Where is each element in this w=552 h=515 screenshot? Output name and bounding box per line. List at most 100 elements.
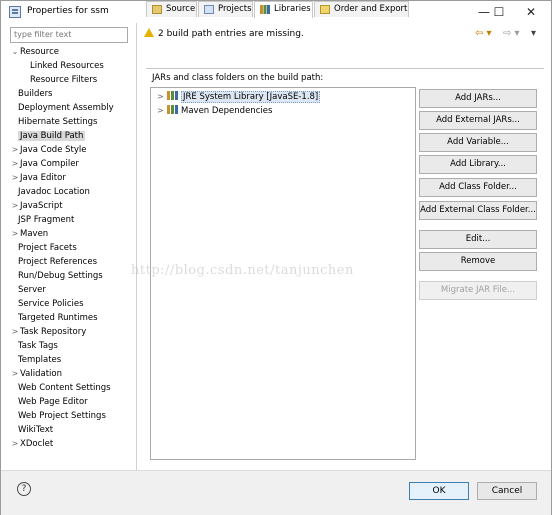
tree-item-web-content-settings[interactable]: Web Content Settings <box>18 381 111 395</box>
tree-item-label: Service Policies <box>18 299 84 309</box>
tab-order-and-export[interactable]: Order and Export <box>314 1 409 17</box>
edit-button[interactable]: Edit... <box>419 230 537 249</box>
tree-item-task-repository[interactable]: > Task Repository <box>10 325 87 339</box>
expand-icon[interactable]: > <box>10 171 20 185</box>
tree-item-resource[interactable]: ⌄ Resource <box>10 45 59 59</box>
tree-item-label: Server <box>18 285 46 295</box>
window-title: Properties for ssm <box>27 6 109 16</box>
tree-item-targeted-runtimes[interactable]: Targeted Runtimes <box>18 311 98 325</box>
tree-item-hibernate-settings[interactable]: Hibernate Settings <box>18 115 97 129</box>
tree-item-label: Web Page Editor <box>18 397 88 407</box>
tree-item-label: WikiText <box>18 425 54 435</box>
status-message-text: 2 build path entries are missing. <box>158 29 304 39</box>
tree-item-deployment-assembly[interactable]: Deployment Assembly <box>18 101 114 115</box>
tab-label: Libraries <box>274 4 311 14</box>
collapse-icon[interactable]: ⌄ <box>10 45 20 59</box>
tree-item-label: Hibernate Settings <box>18 117 98 127</box>
tree-item-linked-resources[interactable]: Linked Resources <box>30 59 104 73</box>
tree-item-builders[interactable]: Builders <box>18 87 53 101</box>
cancel-button[interactable]: Cancel <box>477 482 537 500</box>
tree-item-xdoclet[interactable]: > XDoclet <box>10 437 54 451</box>
tree-item-wikitext[interactable]: WikiText <box>18 423 53 437</box>
add-jars-button[interactable]: Add JARs... <box>419 89 537 108</box>
tree-item-task-tags[interactable]: Task Tags <box>18 339 58 353</box>
tree-item-label: Java Build Path <box>18 131 86 141</box>
order-export-icon <box>320 5 330 14</box>
tree-item-javascript[interactable]: > JavaScript <box>10 199 63 213</box>
tree-item-run-debug-settings[interactable]: Run/Debug Settings <box>18 269 103 283</box>
view-menu-button[interactable]: ▾ <box>531 28 536 39</box>
tree-item-label: Builders <box>18 89 53 99</box>
tab-separator <box>146 68 544 69</box>
expand-icon[interactable]: > <box>10 437 20 451</box>
properties-icon <box>9 6 21 18</box>
tree-item-java-compiler[interactable]: > Java Compiler <box>10 157 79 171</box>
tree-item-label: JSP Fragment <box>18 215 75 225</box>
add-external-jars-button[interactable]: Add External JARs... <box>419 111 537 130</box>
watermark: http://blog.csdn.net/tanjunchen <box>131 263 354 278</box>
add-external-class-folder-button[interactable]: Add External Class Folder... <box>419 201 537 220</box>
tree-item-java-code-style[interactable]: > Java Code Style <box>10 143 87 157</box>
back-button[interactable]: ⇦ ▾ <box>475 28 492 39</box>
tree-item-label: Java Editor <box>20 173 66 183</box>
tree-item-label: Maven <box>20 229 49 239</box>
expand-icon[interactable]: > <box>10 227 20 241</box>
tree-item-web-page-editor[interactable]: Web Page Editor <box>18 395 88 409</box>
tree-item-javadoc-location[interactable]: Javadoc Location <box>18 185 90 199</box>
tree-item-web-project-settings[interactable]: Web Project Settings <box>18 409 106 423</box>
expand-icon[interactable]: > <box>10 367 20 381</box>
library-icon <box>167 91 178 100</box>
add-library-button[interactable]: Add Library... <box>419 155 537 174</box>
panel-title: JARs and class folders on the build path… <box>152 73 324 83</box>
tab-libraries[interactable]: Libraries <box>254 1 313 18</box>
list-item-jre-system-library[interactable]: > JRE System Library [JavaSE-1.8] <box>157 90 321 104</box>
tree-item-templates[interactable]: Templates <box>18 353 61 367</box>
tree-item-label: Linked Resources <box>30 61 104 71</box>
close-button[interactable]: ✕ <box>516 3 546 21</box>
property-page-tree: ⌄ Resource Linked Resources Resource Filter… <box>10 45 134 465</box>
tab-source[interactable]: Source <box>146 1 197 17</box>
remove-button[interactable]: Remove <box>419 252 537 271</box>
tree-item-validation[interactable]: > Validation <box>10 367 62 381</box>
maximize-button[interactable]: ☐ <box>484 3 514 21</box>
source-folder-icon <box>152 5 162 14</box>
library-icon <box>167 105 178 114</box>
tree-item-server[interactable]: Server <box>18 283 46 297</box>
ok-button[interactable]: OK <box>409 482 469 500</box>
forward-button[interactable]: ⇨ ▾ <box>503 28 520 39</box>
tree-item-label: Targeted Runtimes <box>18 313 98 323</box>
properties-dialog: Properties for ssm — ☐ ✕ type filter tex… <box>0 0 552 515</box>
tree-item-java-editor[interactable]: > Java Editor <box>10 171 66 185</box>
list-item-label: JRE System Library [JavaSE-1.8] <box>181 91 321 103</box>
expand-icon[interactable]: > <box>10 325 20 339</box>
tree-item-service-policies[interactable]: Service Policies <box>18 297 84 311</box>
tree-item-resource-filters[interactable]: Resource Filters <box>30 73 97 87</box>
tree-item-jsp-fragment[interactable]: JSP Fragment <box>18 213 74 227</box>
filter-input[interactable]: type filter text <box>10 27 128 43</box>
tree-item-label: Task Repository <box>20 327 87 337</box>
migrate-jar-file-button[interactable]: Migrate JAR File... <box>419 281 537 300</box>
tree-item-label: XDoclet <box>20 439 54 449</box>
tree-item-java-build-path[interactable]: Java Build Path <box>18 129 86 143</box>
tree-item-label: Deployment Assembly <box>18 103 114 113</box>
list-item-maven-dependencies[interactable]: > Maven Dependencies <box>157 104 272 118</box>
tree-item-project-facets[interactable]: Project Facets <box>18 241 77 255</box>
pane-splitter[interactable] <box>136 23 137 470</box>
add-variable-button[interactable]: Add Variable... <box>419 133 537 152</box>
help-icon[interactable]: ? <box>17 482 31 496</box>
tree-item-label: Web Content Settings <box>18 383 111 393</box>
warning-icon <box>144 28 154 37</box>
tree-item-label: Task Tags <box>18 341 58 351</box>
tree-item-maven[interactable]: > Maven <box>10 227 49 241</box>
expand-icon[interactable]: > <box>157 104 167 118</box>
add-class-folder-button[interactable]: Add Class Folder... <box>419 178 537 197</box>
tab-projects[interactable]: Projects <box>198 1 253 17</box>
library-icon <box>260 5 270 14</box>
expand-icon[interactable]: > <box>10 143 20 157</box>
tree-item-label: Project Facets <box>18 243 77 253</box>
tree-item-label: Run/Debug Settings <box>18 271 103 281</box>
expand-icon[interactable]: > <box>157 90 167 104</box>
tree-item-project-references[interactable]: Project References <box>18 255 97 269</box>
expand-icon[interactable]: > <box>10 199 20 213</box>
expand-icon[interactable]: > <box>10 157 20 171</box>
